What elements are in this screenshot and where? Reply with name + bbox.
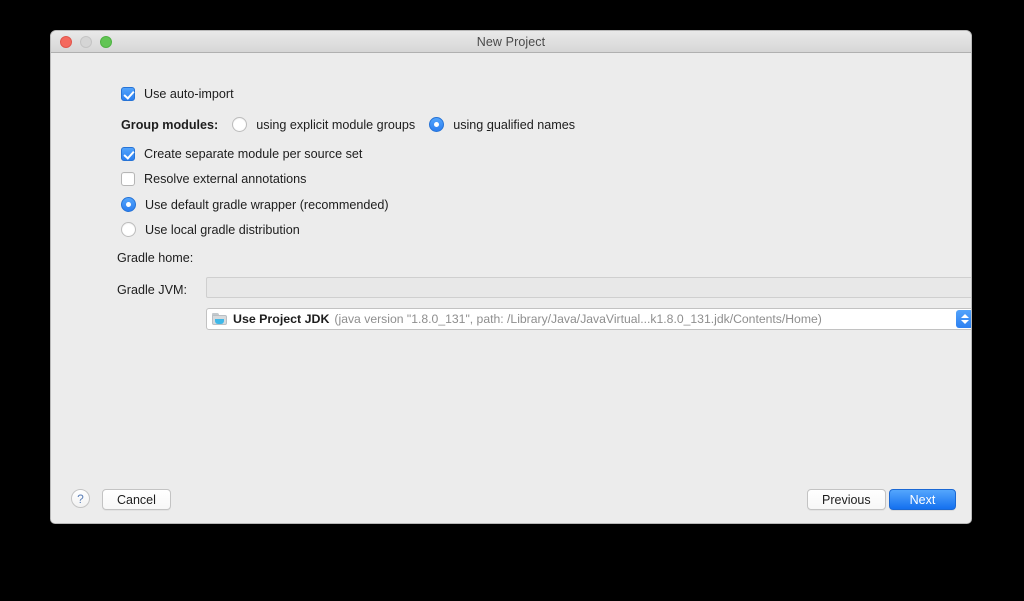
group-modules-label: Group modules: (121, 117, 219, 132)
next-button[interactable]: Next (889, 489, 956, 510)
jdk-folder-icon (212, 312, 228, 326)
default-gradle-wrapper-radio[interactable] (121, 197, 136, 212)
help-button[interactable]: ? (71, 489, 90, 508)
window-titlebar: New Project (51, 31, 971, 53)
explicit-module-groups-radio[interactable] (232, 117, 248, 132)
default-gradle-wrapper-label: Use default gradle wrapper (recommended) (145, 197, 389, 212)
gradle-home-input[interactable] (206, 277, 971, 298)
maximize-window-icon[interactable] (100, 36, 112, 48)
gradle-jvm-selected-detail: (java version "1.8.0_131", path: /Librar… (334, 312, 822, 326)
qualified-names-label: using qualified names (453, 117, 576, 132)
dialog-content: Use auto-import Group modules: using exp… (51, 53, 971, 481)
stepper-up-down-icon[interactable] (956, 310, 971, 328)
window-title: New Project (476, 34, 546, 49)
separate-module-checkbox[interactable] (121, 147, 135, 161)
gradle-jvm-label: Gradle JVM: (117, 283, 187, 297)
gradle-home-label: Gradle home: (117, 251, 194, 265)
separate-module-label: Create separate module per source set (144, 147, 363, 161)
qualified-names-radio[interactable] (429, 117, 445, 132)
group-modules-option-qualified[interactable]: using qualified names (429, 117, 575, 132)
explicit-module-groups-label: using explicit module groups (256, 117, 416, 132)
option-use-auto-import[interactable]: Use auto-import (121, 87, 234, 101)
gradle-jvm-selected-name: Use Project JDK (233, 312, 330, 326)
previous-button[interactable]: Previous (807, 489, 886, 510)
option-separate-module-per-source-set[interactable]: Create separate module per source set (121, 147, 362, 161)
local-gradle-distribution-radio[interactable] (121, 222, 136, 237)
option-resolve-external-annotations[interactable]: Resolve external annotations (121, 172, 306, 186)
resolve-annotations-label: Resolve external annotations (144, 172, 307, 186)
group-modules-row: Group modules: using explicit module gro… (121, 117, 575, 132)
group-modules-option-explicit[interactable]: using explicit module groups (232, 117, 415, 132)
gradle-jvm-label-wrap: Gradle JVM: (117, 283, 187, 297)
gradle-home-label-wrap: Gradle home: (117, 251, 193, 265)
use-auto-import-label: Use auto-import (144, 87, 234, 101)
use-auto-import-checkbox[interactable] (121, 87, 135, 101)
cancel-button[interactable]: Cancel (102, 489, 171, 510)
option-local-gradle-distribution[interactable]: Use local gradle distribution (121, 222, 300, 237)
close-window-icon[interactable] (60, 36, 72, 48)
resolve-annotations-checkbox[interactable] (121, 172, 135, 186)
gradle-jvm-select[interactable]: Use Project JDK (java version "1.8.0_131… (206, 308, 971, 330)
new-project-dialog: New Project Use auto-import Group module… (50, 30, 972, 524)
option-default-gradle-wrapper[interactable]: Use default gradle wrapper (recommended) (121, 197, 389, 212)
traffic-light-group (60, 36, 112, 48)
minimize-window-icon[interactable] (80, 36, 92, 48)
local-gradle-distribution-label: Use local gradle distribution (145, 222, 300, 237)
dialog-footer: ? Cancel Previous Next (51, 479, 971, 523)
